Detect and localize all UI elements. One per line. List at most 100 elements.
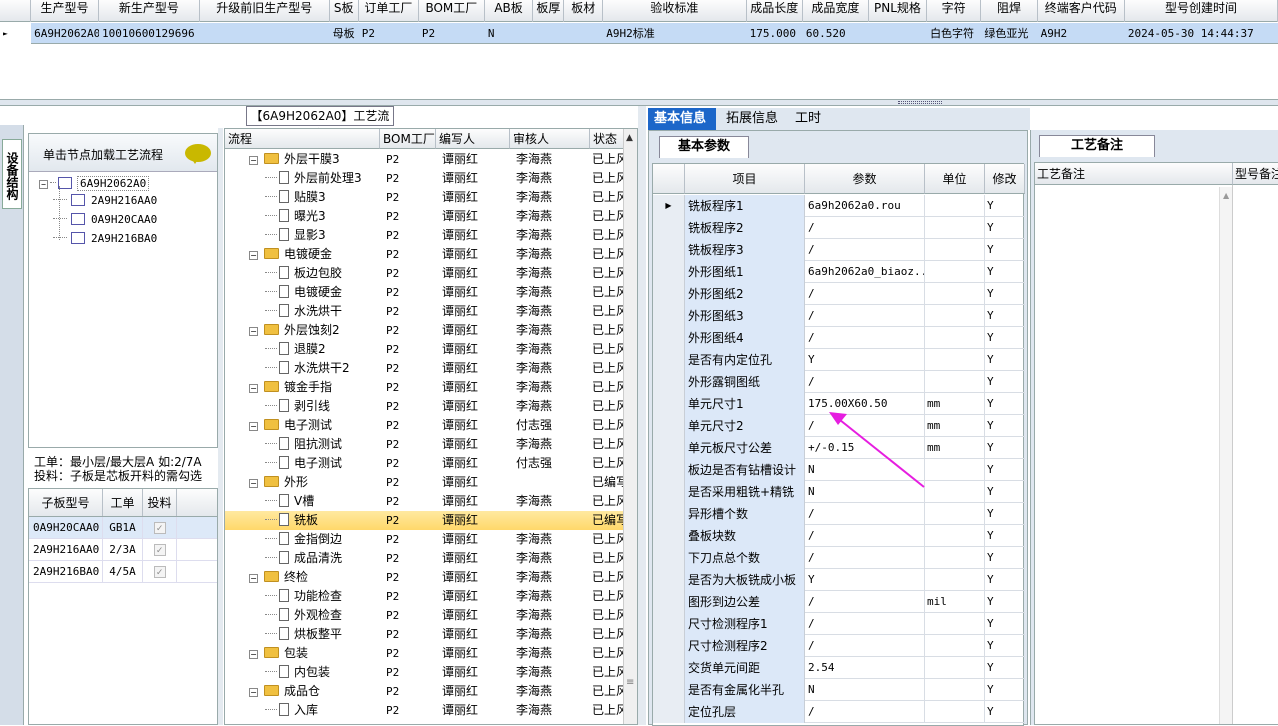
col-writer[interactable]: 编写人 — [436, 129, 510, 149]
param-value[interactable]: / — [805, 701, 925, 723]
model-cell[interactable]: A9H2标准 — [603, 23, 746, 44]
col-header[interactable]: 终端客户代码 — [1038, 0, 1125, 22]
reviewer-cell[interactable]: 李海燕 — [516, 701, 590, 720]
bom-factory-cell[interactable]: P2 — [386, 340, 436, 359]
param-unit[interactable]: mm — [925, 437, 985, 459]
collapse-icon[interactable]: − — [249, 384, 258, 393]
status-cell[interactable]: 已上风 — [592, 644, 623, 663]
process-scrollbar[interactable]: ▲ ≡ — [623, 129, 637, 724]
param-unit[interactable] — [925, 547, 985, 569]
flow-cell[interactable]: 电镀硬金 — [265, 283, 380, 302]
status-cell[interactable]: 已上风 — [592, 416, 623, 435]
sub-model-cell[interactable]: 2A9H216AA0 — [29, 539, 103, 560]
param-modify[interactable]: Y — [985, 217, 1025, 239]
param-unit[interactable] — [925, 305, 985, 327]
param-value[interactable]: N — [805, 459, 925, 481]
model-grid[interactable]: 生产型号 新生产型号 升级前旧生产型号 S板 订单工厂 BOM工厂 AB板 板厚 板材 验收标准成… — [0, 0, 1278, 100]
notes-grid[interactable]: 工艺备注 型号备注 ▲ — [1034, 162, 1278, 725]
splitter-grip[interactable] — [898, 101, 942, 104]
status-cell[interactable]: 已上风 — [592, 321, 623, 340]
row-indicator[interactable] — [653, 481, 685, 503]
flow-cell[interactable]: − 终检 — [249, 568, 380, 587]
writer-cell[interactable]: 谭丽红 — [442, 625, 510, 644]
param-value[interactable]: / — [805, 613, 925, 635]
param-unit[interactable] — [925, 657, 985, 679]
col-reviewer[interactable]: 审核人 — [510, 129, 590, 149]
param-unit[interactable] — [925, 283, 985, 305]
model-cell[interactable]: 2024-05-30 14:44:37 — [1125, 23, 1278, 44]
param-value[interactable]: / — [805, 217, 925, 239]
flow-cell[interactable]: 金指倒边 — [265, 530, 380, 549]
col-bom-factory[interactable]: BOM工厂 — [380, 129, 436, 149]
param-row[interactable]: 铣板程序2/ Y — [653, 217, 1025, 239]
row-indicator[interactable] — [653, 327, 685, 349]
status-cell[interactable]: 已上风 — [592, 397, 623, 416]
process-row[interactable]: V槽 P2 谭丽红 李海燕 已上风 — [225, 492, 623, 511]
col-header[interactable]: 型号创建时间 — [1125, 0, 1278, 22]
status-cell[interactable]: 已上风 — [592, 701, 623, 720]
reviewer-cell[interactable]: 李海燕 — [516, 587, 590, 606]
param-row[interactable]: 单元尺寸2/mm Y — [653, 415, 1025, 437]
writer-cell[interactable]: 谭丽红 — [442, 682, 510, 701]
tree-node-label[interactable]: 0A9H20CAA0 — [91, 213, 157, 226]
flow-cell[interactable]: − 外形 — [249, 473, 380, 492]
param-value[interactable]: / — [805, 283, 925, 305]
param-row[interactable]: 下刀点总个数 / Y — [653, 547, 1025, 569]
row-indicator[interactable] — [653, 349, 685, 371]
flow-cell[interactable]: − 电子测试 — [249, 416, 380, 435]
col-header[interactable]: 生产型号 — [31, 0, 99, 22]
col-process-notes[interactable]: 工艺备注 — [1035, 163, 1233, 185]
col-sub-model[interactable]: 子板型号 — [29, 489, 103, 516]
tab-basic-info[interactable]: 基本信息 — [648, 108, 716, 130]
notes-scrollbar[interactable]: ▲ — [1219, 187, 1232, 724]
bom-factory-cell[interactable]: P2 — [386, 321, 436, 340]
status-cell[interactable]: 已上风 — [592, 264, 623, 283]
flow-cell[interactable]: 曝光3 — [265, 207, 380, 226]
tab-extended-info[interactable]: 拓展信息 — [720, 108, 784, 130]
tree-node-label[interactable]: 6A9H2062A0 — [76, 176, 150, 191]
param-unit[interactable] — [925, 481, 985, 503]
process-flow-grid[interactable]: 流程 BOM工厂 编写人 审核人 状态 ▲ ≡ − 外层干膜3 P2 谭丽红 李海燕 已上… — [224, 128, 638, 725]
param-value[interactable]: 2.54 — [805, 657, 925, 679]
feed-cell[interactable]: ✓ — [143, 539, 177, 560]
param-value[interactable]: / — [805, 239, 925, 261]
param-modify[interactable]: Y — [985, 701, 1025, 723]
bom-factory-cell[interactable]: P2 — [386, 188, 436, 207]
writer-cell[interactable]: 谭丽红 — [442, 226, 510, 245]
status-cell[interactable]: 已上风 — [592, 226, 623, 245]
param-modify[interactable]: Y — [985, 591, 1025, 613]
feed-checkbox[interactable]: ✓ — [153, 522, 166, 534]
param-unit[interactable] — [925, 569, 985, 591]
status-cell[interactable]: 已上风 — [592, 150, 623, 169]
writer-cell[interactable]: 谭丽红 — [442, 701, 510, 720]
param-modify[interactable]: Y — [985, 525, 1025, 547]
model-cell[interactable] — [200, 23, 330, 44]
flow-cell[interactable]: − 外层干膜3 — [249, 150, 380, 169]
param-row[interactable]: 外形图纸4/ Y — [653, 327, 1025, 349]
param-unit[interactable] — [925, 195, 985, 217]
param-value[interactable]: 175.00X60.50 — [805, 393, 925, 415]
row-indicator[interactable] — [653, 437, 685, 459]
scroll-up-icon[interactable]: ▲ — [1223, 191, 1229, 200]
status-cell[interactable]: 已上风 — [592, 378, 623, 397]
col-model-notes[interactable]: 型号备注 — [1233, 163, 1278, 185]
param-row[interactable]: 尺寸检测程序1/ Y — [653, 613, 1025, 635]
flow-cell[interactable]: 成品清洗 — [265, 549, 380, 568]
param-modify[interactable]: Y — [985, 239, 1025, 261]
writer-cell[interactable]: 谭丽红 — [442, 397, 510, 416]
tab-basic-params[interactable]: 基本参数 — [659, 136, 749, 158]
param-row[interactable]: 叠板块数 / Y — [653, 525, 1025, 547]
param-row[interactable]: ▶ 铣板程序1 6a9h2062a0.rou Y — [653, 195, 1025, 217]
bom-factory-cell[interactable]: P2 — [386, 359, 436, 378]
row-indicator[interactable] — [653, 283, 685, 305]
param-unit[interactable] — [925, 635, 985, 657]
reviewer-cell[interactable]: 李海燕 — [516, 606, 590, 625]
col-header[interactable] — [0, 0, 32, 22]
status-cell[interactable]: 已上风 — [592, 606, 623, 625]
param-row[interactable]: 单元板尺寸公差 +/-0.15 mm Y — [653, 437, 1025, 459]
status-cell[interactable]: 已上风 — [592, 340, 623, 359]
flow-cell[interactable]: 烘板整平 — [265, 625, 380, 644]
reviewer-cell[interactable]: 李海燕 — [516, 169, 590, 188]
col-item[interactable]: 项目 — [685, 164, 805, 194]
collapse-icon[interactable]: − — [249, 574, 258, 583]
